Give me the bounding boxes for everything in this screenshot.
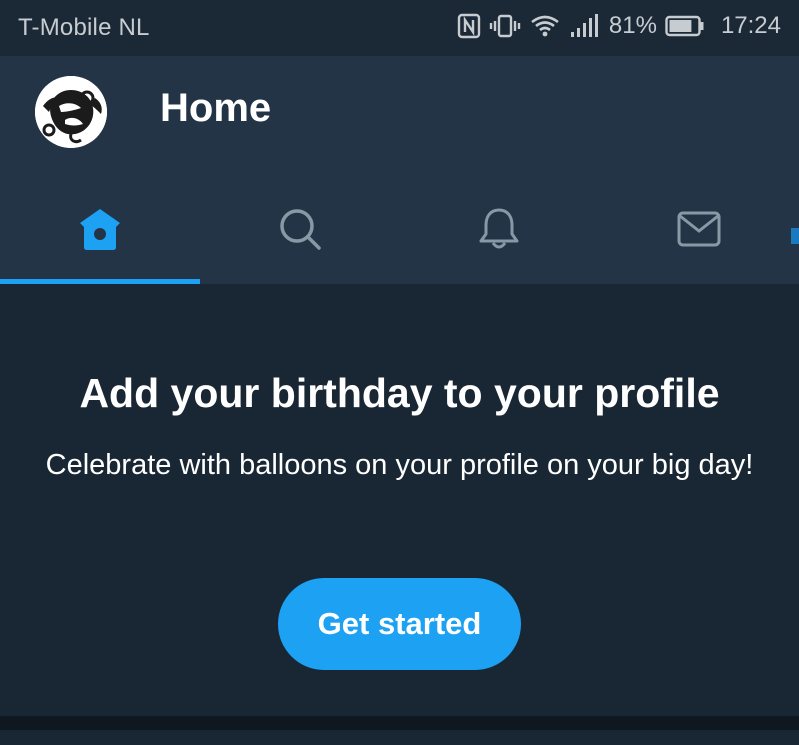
next-item-edge bbox=[0, 730, 799, 745]
tab-notifications[interactable] bbox=[400, 184, 600, 284]
tab-messages[interactable] bbox=[599, 184, 799, 284]
status-bar: T-Mobile NL 81% 17:24 bbox=[0, 0, 799, 56]
birthday-prompt-card: Add your birthday to your profile Celebr… bbox=[0, 284, 799, 716]
wifi-icon bbox=[529, 13, 561, 39]
nfc-icon bbox=[457, 13, 481, 39]
status-icons: 81% 17:24 bbox=[457, 12, 781, 40]
bell-icon bbox=[475, 205, 523, 258]
prompt-subtitle: Celebrate with balloons on your profile … bbox=[45, 449, 754, 481]
scroll-edge-marker bbox=[791, 228, 799, 244]
vibrate-icon bbox=[489, 13, 521, 39]
tab-home[interactable] bbox=[0, 184, 200, 284]
avatar-image bbox=[35, 76, 107, 148]
tab-search[interactable] bbox=[200, 184, 400, 284]
mail-icon bbox=[675, 205, 723, 258]
get-started-button[interactable]: Get started bbox=[278, 578, 521, 670]
search-icon bbox=[276, 205, 324, 258]
page-title: Home bbox=[160, 86, 272, 130]
battery-percent: 81% bbox=[608, 12, 657, 39]
prompt-title: Add your birthday to your profile bbox=[79, 370, 720, 416]
divider bbox=[0, 716, 799, 730]
tab-bar bbox=[0, 184, 799, 284]
clock: 17:24 bbox=[720, 12, 781, 39]
avatar[interactable] bbox=[35, 76, 107, 148]
carrier-name: T-Mobile NL bbox=[18, 14, 150, 41]
battery-icon bbox=[665, 14, 705, 38]
app-header: Home bbox=[0, 56, 799, 284]
signal-icon bbox=[569, 13, 599, 39]
home-icon bbox=[76, 205, 124, 258]
